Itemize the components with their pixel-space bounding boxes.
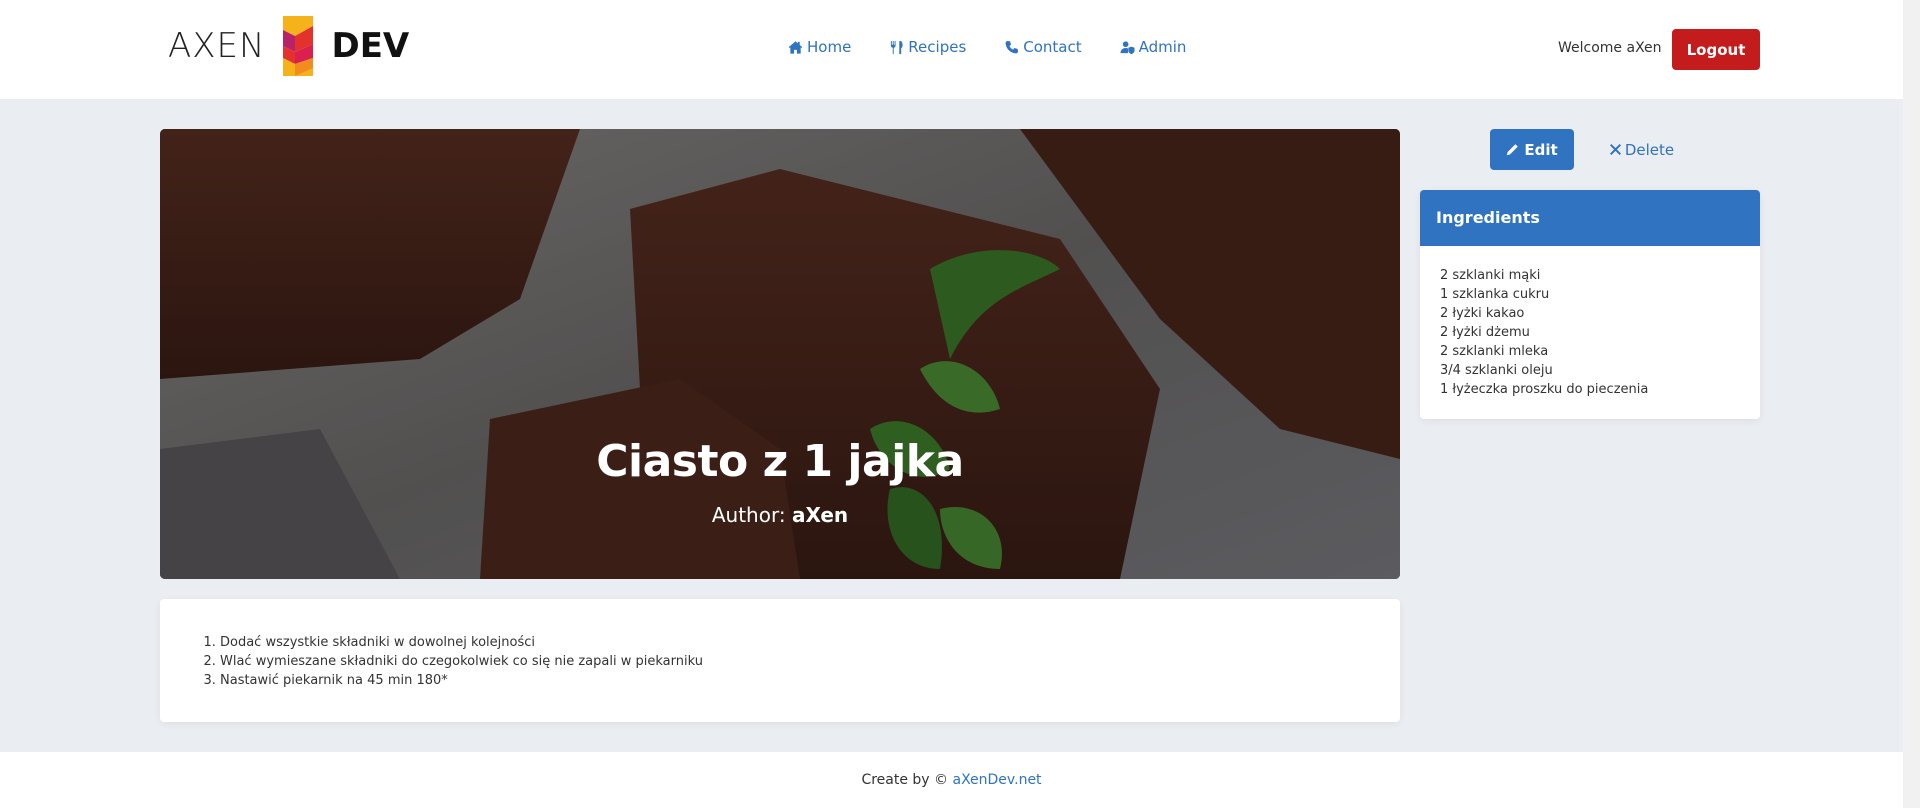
footer-link[interactable]: aXenDev.net xyxy=(953,772,1042,788)
author-name: aXen xyxy=(791,503,849,527)
top-navbar: AXEN DEV Home Recipes Contact Admin Welc… xyxy=(0,0,1903,99)
welcome-text: Welcome aXen xyxy=(1558,40,1662,56)
ingredient-item: 3/4 szklanki oleju xyxy=(1440,363,1553,378)
ingredient-item: 2 szklanki mleka xyxy=(1440,344,1549,359)
pencil-icon xyxy=(1507,144,1519,156)
step-item: Dodać wszystkie składniki w dowolnej kol… xyxy=(220,633,703,652)
footer: Create by © aXenDev.net xyxy=(0,752,1903,808)
logo-text-axen: AXEN xyxy=(168,26,266,66)
ingredients-card: Ingredients 2 szklanki mąki 1 szklanka c… xyxy=(1420,190,1760,419)
author-label: Author: xyxy=(711,503,786,527)
home-icon xyxy=(788,40,803,54)
recipe-steps-card: Dodać wszystkie składniki w dowolnej kol… xyxy=(160,599,1400,722)
ingredient-item: 1 łyżeczka proszku do pieczenia xyxy=(1440,382,1649,397)
nav-contact-label: Contact xyxy=(1023,38,1082,56)
recipe-steps-list: Dodać wszystkie składniki w dowolnej kol… xyxy=(220,633,703,690)
ingredients-list: 2 szklanki mąki 1 szklanka cukru 2 łyżki… xyxy=(1420,246,1760,399)
nav-contact[interactable]: Contact xyxy=(1004,38,1082,56)
edit-label: Edit xyxy=(1524,140,1558,159)
recipe-title: Ciasto z 1 jajka xyxy=(596,436,964,487)
ingredient-item: 1 szklanka cukru xyxy=(1440,287,1550,302)
phone-icon xyxy=(1005,40,1019,53)
nav-recipes-label: Recipes xyxy=(908,38,967,56)
logout-button[interactable]: Logout xyxy=(1672,29,1760,70)
footer-prefix: Create by © xyxy=(861,772,949,788)
delete-button[interactable]: Delete xyxy=(1600,129,1684,170)
site-logo[interactable]: AXEN DEV xyxy=(168,14,409,78)
nav-home[interactable]: Home xyxy=(788,38,851,56)
step-item: Nastawić piekarnik na 45 min 180* xyxy=(220,671,703,690)
ingredient-item: 2 łyżki dżemu xyxy=(1440,325,1530,340)
ingredients-title: Ingredients xyxy=(1420,190,1760,246)
user-shield-icon xyxy=(1120,40,1135,54)
edit-button[interactable]: Edit xyxy=(1490,129,1574,170)
step-item: Wlać wymieszane składniki do czegokolwie… xyxy=(220,652,703,671)
nav-recipes[interactable]: Recipes xyxy=(889,38,966,56)
page-scrollbar[interactable] xyxy=(1903,0,1920,808)
nav-admin[interactable]: Admin xyxy=(1120,38,1187,56)
nav-home-label: Home xyxy=(807,38,852,56)
logo-mark-icon xyxy=(283,16,314,76)
main-nav: Home Recipes Contact Admin xyxy=(788,38,1224,56)
logo-text-dev: DEV xyxy=(331,26,410,66)
recipe-hero: Ciasto z 1 jajka Author: aXen xyxy=(160,129,1400,579)
utensils-icon xyxy=(891,40,903,54)
ingredient-item: 2 szklanki mąki xyxy=(1440,268,1541,283)
close-icon xyxy=(1609,144,1621,155)
delete-label: Delete xyxy=(1624,140,1675,159)
ingredient-item: 2 łyżki kakao xyxy=(1440,306,1525,321)
nav-admin-label: Admin xyxy=(1138,38,1187,56)
recipe-author-line: Author: aXen xyxy=(160,503,1400,527)
